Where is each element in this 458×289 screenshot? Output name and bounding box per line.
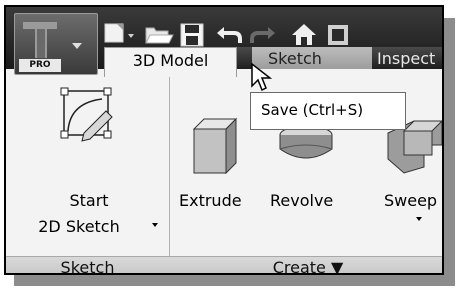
tab-label: 3D Model	[132, 51, 209, 70]
save-icon[interactable]	[178, 21, 208, 49]
tooltip-text: Save (Ctrl+S)	[261, 101, 364, 119]
inventor-logo-icon	[23, 22, 57, 58]
home-icon[interactable]	[290, 21, 320, 49]
extrude-label[interactable]: Extrude	[179, 191, 242, 210]
undo-icon[interactable]	[214, 21, 244, 49]
chevron-down-icon	[72, 43, 82, 49]
save-tooltip: Save (Ctrl+S)	[250, 92, 406, 130]
panel-title-create[interactable]: Create ▼	[170, 258, 442, 273]
start-2d-sketch-label-line1[interactable]: Start	[54, 191, 124, 210]
revolve-label[interactable]: Revolve	[270, 191, 333, 210]
extrude-icon[interactable]	[188, 115, 246, 179]
new-icon[interactable]	[102, 21, 136, 49]
start-2d-sketch-icon[interactable]	[58, 85, 118, 147]
mouse-pointer-icon	[251, 62, 272, 92]
drop-shadow-right	[444, 18, 455, 285]
tab-sketch[interactable]: Sketch	[268, 49, 322, 68]
application-menu-button[interactable]: PRO	[14, 13, 98, 75]
pro-badge: PRO	[19, 59, 61, 72]
screenshot-frame: PRO 3D Model Sketch Inspect Start 2D Ske…	[4, 5, 444, 275]
tab-3d-model[interactable]: 3D Model	[104, 47, 237, 77]
drop-shadow-bottom	[14, 275, 455, 286]
project-icon[interactable]	[324, 21, 354, 49]
sweep-label[interactable]: Sweep	[384, 191, 437, 210]
start-2d-sketch-label-line2[interactable]: 2D Sketch	[14, 217, 144, 236]
redo-icon[interactable]	[248, 21, 278, 49]
chevron-down-icon[interactable]	[416, 217, 422, 221]
panel-title-sketch[interactable]: Sketch	[6, 258, 169, 273]
chevron-down-icon[interactable]	[152, 223, 158, 227]
open-icon[interactable]	[143, 21, 177, 49]
panel-divider	[169, 69, 170, 273]
tab-inspect[interactable]: Inspect	[377, 49, 435, 68]
